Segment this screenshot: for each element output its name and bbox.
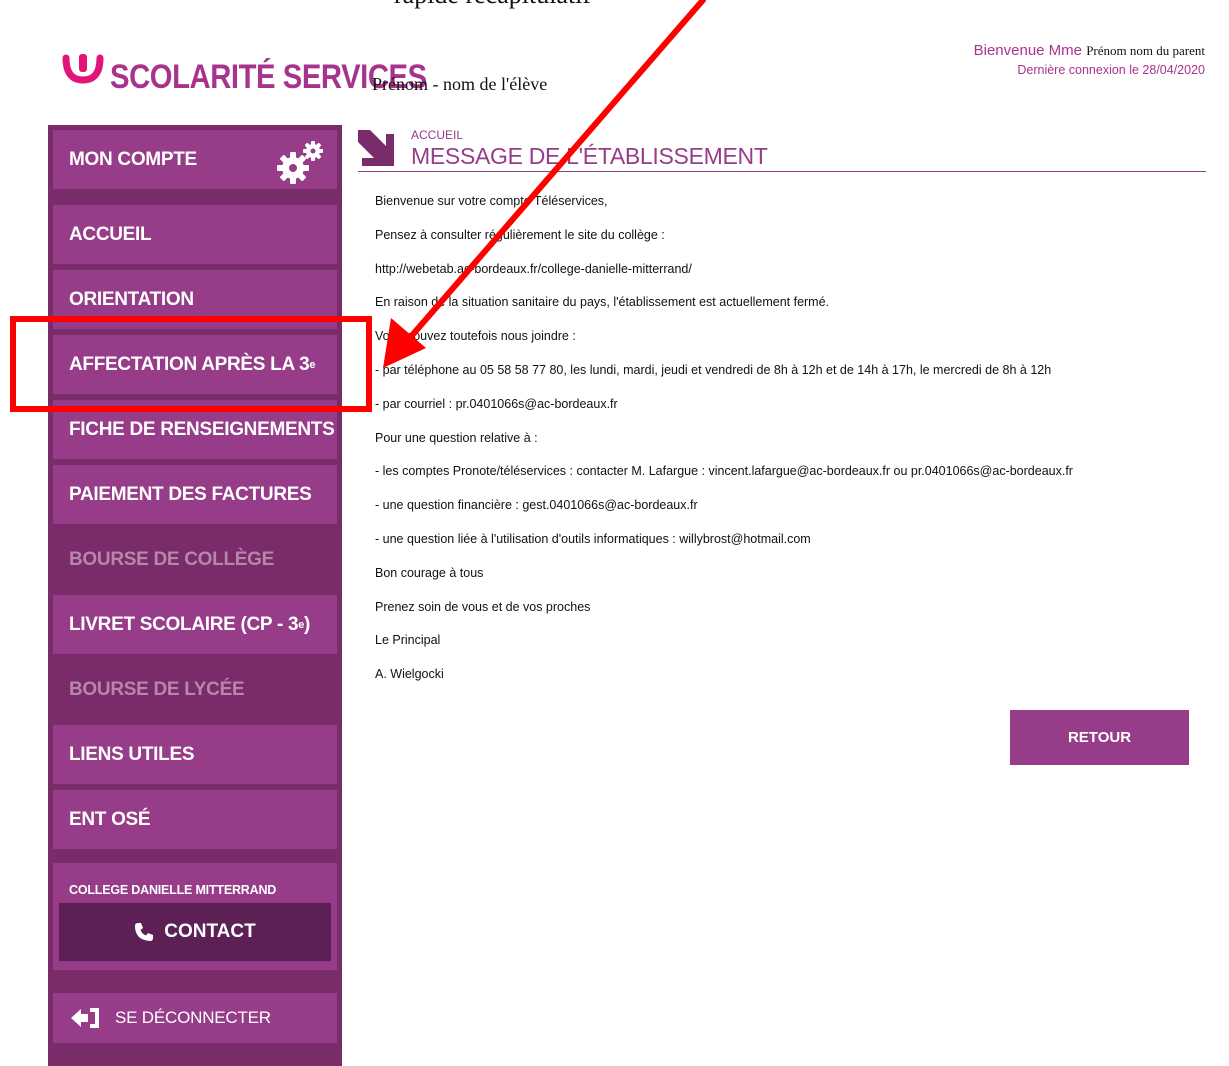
sidebar-item-label: ORIENTATION: [69, 288, 194, 310]
retour-label: RETOUR: [1067, 729, 1132, 746]
college-box: COLLEGE DANIELLE MITTERRAND CONTACT: [53, 863, 337, 970]
retour-button[interactable]: RETOUR: [1010, 710, 1189, 765]
arrow-down-right-icon: [358, 130, 394, 166]
sidebar-item-paiement-factures[interactable]: PAIEMENT DES FACTURES: [53, 465, 337, 524]
parent-name: Prénom nom du parent: [1086, 43, 1205, 58]
sidebar: MON COMPTE ACCUEIL ORIENTATION AFFECTATI…: [48, 125, 342, 1066]
message-line: Pensez à consulter régulièrement le site…: [375, 227, 665, 242]
gears-icon: [277, 141, 323, 184]
sidebar-item-affectation[interactable]: AFFECTATION APRÈS LA 3e: [53, 335, 337, 394]
sidebar-item-label: MON COMPTE: [69, 148, 197, 170]
message-line: - les comptes Pronote/téléservices : con…: [375, 464, 1073, 479]
sidebar-item-label: PAIEMENT DES FACTURES: [69, 483, 312, 505]
sidebar-item-ent-ose[interactable]: ENT OSÉ: [53, 790, 337, 849]
sidebar-item-label: ACCUEIL: [69, 223, 152, 245]
message-line: En raison de la situation sanitaire du p…: [375, 295, 830, 310]
message-line: Bienvenue sur votre compte Téléservices,: [375, 194, 608, 208]
sidebar-item-accueil[interactable]: ACCUEIL: [53, 205, 337, 264]
sidebar-item-bourse-lycee: BOURSE DE LYCÉE: [53, 660, 337, 719]
establishment-message: Bienvenue sur votre compte Téléservices,…: [375, 187, 1215, 694]
message-line: Le Principal: [375, 633, 441, 648]
logo-mark-icon: [62, 54, 104, 84]
sidebar-item-liens-utiles[interactable]: LIENS UTILES: [53, 725, 337, 784]
top-caption: rapide récapitulatif: [394, 0, 591, 10]
sidebar-item-label: FICHE DE RENSEIGNEMENTS: [69, 418, 335, 440]
welcome-line: Bienvenue Mme Prénom nom du parent: [974, 42, 1205, 59]
sidebar-item-fiche-renseignements[interactable]: FICHE DE RENSEIGNEMENTS: [53, 400, 337, 459]
message-line: - une question liée à l'utilisation d'ou…: [375, 531, 811, 546]
sign-out-icon: [71, 1008, 99, 1028]
message-line: Bon courage à tous: [375, 565, 484, 580]
message-line: - une question financière : gest.0401066…: [375, 498, 698, 513]
message-line: A. Wielgocki: [375, 667, 444, 682]
sidebar-item-livret-scolaire[interactable]: LIVRET SCOLAIRE (CP - 3 e): [53, 595, 337, 654]
page-title: MESSAGE DE L'ÉTABLISSEMENT: [411, 143, 768, 169]
sidebar-item-orientation[interactable]: ORIENTATION: [53, 270, 337, 329]
label-suffix: ): [304, 613, 311, 635]
welcome-block: Bienvenue Mme Prénom nom du parent Derni…: [974, 42, 1205, 77]
message-line: - par téléphone au 05 58 58 77 80, les l…: [375, 362, 1052, 377]
sidebar-item-label: LIENS UTILES: [69, 743, 195, 765]
message-line: Vous pouvez toutefois nous joindre :: [375, 329, 576, 344]
sidebar-item-label: LIVRET SCOLAIRE (CP - 3: [69, 613, 299, 635]
sidebar-item-label: ENT OSÉ: [69, 808, 151, 830]
sidebar-item-mon-compte[interactable]: MON COMPTE: [53, 130, 337, 189]
breadcrumb: ACCUEIL: [411, 128, 464, 142]
sidebar-item-label: AFFECTATION APRÈS LA 3: [69, 353, 310, 375]
welcome-prefix: Bienvenue Mme: [973, 42, 1083, 59]
phone-icon: [135, 923, 154, 941]
logout-label: SE DÉCONNECTER: [115, 1008, 271, 1027]
college-name: COLLEGE DANIELLE MITTERRAND: [69, 883, 277, 897]
message-line: http://webetab.ac-bordeaux.fr/college-da…: [375, 261, 692, 276]
sidebar-item-bourse-college: BOURSE DE COLLÈGE: [53, 530, 337, 589]
message-line: - par courriel : pr.0401066s@ac-bordeaux…: [375, 396, 618, 411]
student-name: Prénom - nom de l'élève: [372, 74, 548, 94]
message-line: Pour une question relative à :: [375, 430, 538, 445]
logout-button[interactable]: SE DÉCONNECTER: [53, 993, 337, 1043]
sidebar-item-label: BOURSE DE LYCÉE: [69, 678, 245, 700]
message-line: Prenez soin de vous et de vos proches: [375, 599, 591, 614]
title-divider: [358, 171, 1206, 172]
superscript: e: [309, 358, 316, 371]
contact-label: CONTACT: [164, 921, 256, 942]
last-login: Dernière connexion le 28/04/2020: [1017, 63, 1205, 77]
contact-button[interactable]: CONTACT: [59, 903, 331, 961]
sidebar-item-label: BOURSE DE COLLÈGE: [69, 548, 274, 570]
